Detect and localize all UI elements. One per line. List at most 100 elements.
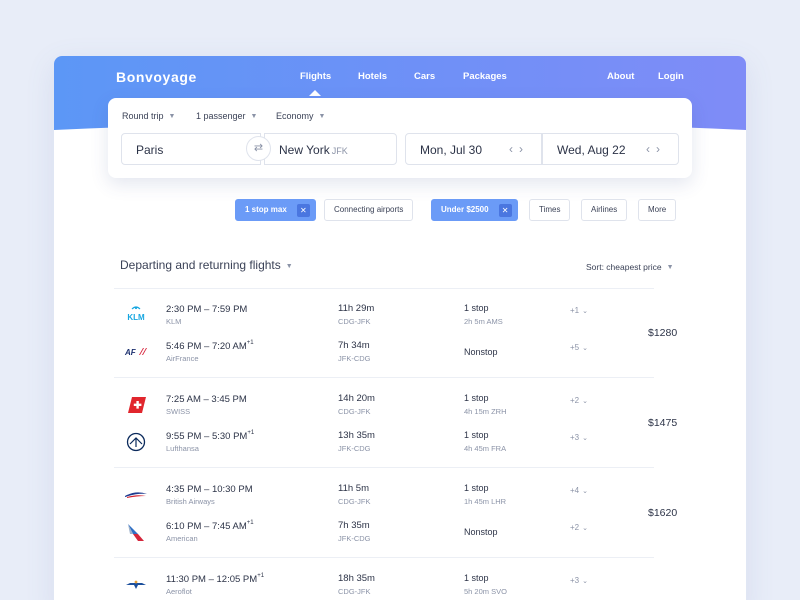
itinerary-price[interactable]: $1475 [648,417,677,429]
close-icon[interactable]: ✕ [296,204,310,217]
nav-about[interactable]: About [607,71,634,82]
return-date-input[interactable]: Wed, Aug 22 ‹› [542,133,679,165]
filter-chip-label: 1 stop max [245,205,287,214]
passengers-value: 1 passenger [196,111,246,121]
filter-chip-more[interactable]: More [638,199,677,221]
nav-login[interactable]: Login [658,71,684,82]
flight-duration: 13h 35m [338,430,375,441]
flight-times: 5:46 PM – 7:20 AM+1 [166,340,254,352]
flight-stops: 1 stop [464,483,489,493]
flight-times: 11:30 PM – 12:05 PM+1 [166,573,265,585]
flight-stops: Nonstop [464,527,498,537]
airline-name: Lufthansa [166,444,199,453]
airline-name: American [166,534,198,543]
itinerary-price[interactable]: $1280 [648,327,677,339]
cabin-select[interactable]: Economy ▼ [276,111,325,121]
flight-route: CDG-JFK [338,497,371,506]
divider [114,557,654,558]
chevron-left-icon[interactable]: ‹ [646,142,656,156]
flight-stops: 1 stop [464,430,489,440]
chevron-right-icon[interactable]: › [519,142,529,156]
more-options-toggle[interactable]: +3 ⌄ [570,576,588,585]
chevron-down-icon: ⌄ [582,398,588,405]
airline-name: AirFrance [166,354,199,363]
chevron-down-icon: ▼ [250,113,258,120]
flight-leg-row[interactable]: 11:30 PM – 12:05 PM+1 Aeroflot 18h 35m C… [54,573,746,600]
flight-leg-row[interactable]: 9:55 PM – 5:30 PM+1 Lufthansa 13h 35m JF… [54,430,746,460]
layover-info: 4h 15m ZRH [464,407,507,416]
aeroflot-logo-icon [126,580,146,589]
cabin-value: Economy [276,111,314,121]
chevron-down-icon: ⌄ [582,488,588,495]
airline-name: SWISS [166,407,191,416]
british-airways-logo-icon [125,492,147,498]
svg-text:AF: AF [124,348,137,357]
chevron-down-icon: ▼ [666,264,674,271]
chevron-down-icon: ▼ [285,263,293,270]
close-icon[interactable]: ✕ [498,204,512,217]
flight-stops: Nonstop [464,347,498,357]
filter-chip-times[interactable]: Times [529,199,571,221]
more-options-toggle[interactable]: +5 ⌄ [570,343,588,352]
chevron-right-icon[interactable]: › [656,142,666,156]
chevron-down-icon: ⌄ [582,308,588,315]
more-options-toggle[interactable]: +3 ⌄ [570,433,588,442]
more-options-toggle[interactable]: +1 ⌄ [570,306,588,315]
chevron-left-icon[interactable]: ‹ [509,142,519,156]
itinerary-price[interactable]: $1620 [648,507,677,519]
trip-type-select[interactable]: Round trip ▼ [122,111,175,121]
app-window: Bonvoyage Flights Hotels Cars Packages A… [54,56,746,600]
flight-route: CDG-JFK [338,587,371,596]
flight-route: CDG-JFK [338,317,371,326]
filter-chip-connecting-airports[interactable]: Connecting airports [324,199,414,221]
layover-info: 1h 45m LHR [464,497,507,506]
sort-select[interactable]: Sort: cheapest price ▼ [586,262,674,272]
flight-stops: 1 stop [464,393,489,403]
depart-date-input[interactable]: Mon, Jul 30 ‹› [405,133,542,165]
flight-duration: 14h 20m [338,393,375,404]
filter-chip-label: Airlines [591,205,618,214]
flight-duration: 7h 35m [338,520,370,531]
flight-leg-row[interactable]: 7:25 AM – 3:45 PM SWISS 14h 20m CDG-JFK … [54,393,746,423]
more-options-toggle[interactable]: +2 ⌄ [570,523,588,532]
flight-route: CDG-JFK [338,407,371,416]
flight-leg-row[interactable]: AF 5:46 PM – 7:20 AM+1 AirFrance 7h 34m … [54,340,746,370]
flight-duration: 11h 29m [338,303,375,314]
flight-duration: 18h 35m [338,573,375,584]
origin-value: Paris [136,143,164,157]
passengers-select[interactable]: 1 passenger ▼ [196,111,257,121]
layover-info: 5h 20m SVO [464,587,507,596]
flight-duration: 7h 34m [338,340,370,351]
search-panel: Round trip ▼ 1 passenger ▼ Economy ▼ Paris … [108,98,692,178]
filter-chip-airlines[interactable]: Airlines [581,199,628,221]
swiss-logo-icon [128,397,146,413]
layover-info: 4h 45m FRA [464,444,507,453]
chevron-down-icon: ▼ [168,113,176,120]
flight-leg-row[interactable]: KLM 2:30 PM – 7:59 PM KLM 11h 29m CDG-JF… [54,303,746,333]
flight-stops: 1 stop [464,573,489,583]
flight-times: 4:35 PM – 10:30 PM [166,484,253,495]
filter-chip-price[interactable]: Under $2500 ✕ [431,199,518,221]
divider [114,288,654,289]
flight-leg-row[interactable]: 6:10 PM – 7:45 AM+1 American 7h 35m JFK-… [54,520,746,550]
return-date-value: Wed, Aug 22 [557,143,626,157]
layover-info: 2h 5m AMS [464,317,503,326]
klm-logo-icon: KLM [127,306,145,322]
depart-date-value: Mon, Jul 30 [420,143,483,157]
flight-leg-row[interactable]: 4:35 PM – 10:30 PM British Airways 11h 5… [54,483,746,513]
results-title[interactable]: Departing and returning flights ▼ [120,258,293,272]
airline-name: Aeroflot [166,587,192,596]
more-options-toggle[interactable]: +2 ⌄ [570,396,588,405]
swap-icon[interactable]: ⇄ [246,136,271,161]
nav-cars[interactable]: Cars [414,71,435,82]
origin-input[interactable]: Paris [121,133,261,165]
more-options-toggle[interactable]: +4 ⌄ [570,486,588,495]
chevron-down-icon: ⌄ [582,345,588,352]
nav-flights[interactable]: Flights [300,71,331,82]
destination-input[interactable]: New York JFK [264,133,397,165]
filter-chip-stops[interactable]: 1 stop max ✕ [235,199,316,221]
active-nav-indicator [309,90,321,96]
nav-hotels[interactable]: Hotels [358,71,387,82]
filter-chip-label: Times [539,205,561,214]
nav-packages[interactable]: Packages [463,71,507,82]
